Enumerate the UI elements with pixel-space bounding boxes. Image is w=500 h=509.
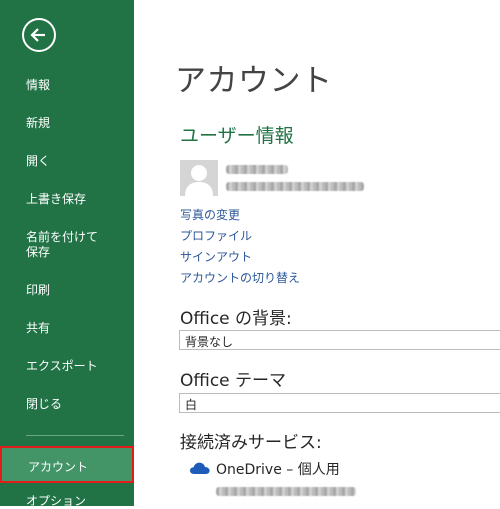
office-theme-select[interactable]: 白 xyxy=(179,393,500,413)
profile-link[interactable]: プロファイル xyxy=(180,227,252,244)
sidebar-item-share[interactable]: 共有 xyxy=(26,321,50,336)
sidebar-item-info[interactable]: 情報 xyxy=(26,78,50,93)
sidebar-item-options[interactable]: オプション xyxy=(26,494,86,509)
user-silhouette-icon xyxy=(185,165,213,196)
backstage-sidebar: 情報 新規 開く 上書き保存 名前を付けて 保存 印刷 共有 エクスポート 閉じ… xyxy=(0,0,134,509)
back-button[interactable] xyxy=(22,18,56,52)
connected-services-heading: 接続済みサービス: xyxy=(180,433,322,453)
sidebar-item-print[interactable]: 印刷 xyxy=(26,283,50,298)
user-name-redacted xyxy=(226,165,288,174)
sidebar-item-save[interactable]: 上書き保存 xyxy=(26,192,86,207)
office-background-select[interactable]: 背景なし xyxy=(179,330,500,350)
sidebar-item-export[interactable]: エクスポート xyxy=(26,359,98,374)
switch-account-link[interactable]: アカウントの切り替え xyxy=(180,269,300,286)
office-background-value: 背景なし xyxy=(185,335,234,349)
office-theme-heading: Office テーマ xyxy=(180,371,287,391)
sidebar-divider xyxy=(26,435,124,436)
service-account-redacted xyxy=(216,487,356,496)
office-background-heading: Office の背景: xyxy=(180,309,292,329)
sidebar-item-close[interactable]: 閉じる xyxy=(26,397,62,412)
arrow-left-icon xyxy=(30,28,45,42)
avatar xyxy=(180,160,218,196)
sidebar-item-open[interactable]: 開く xyxy=(26,154,50,169)
change-photo-link[interactable]: 写真の変更 xyxy=(180,206,240,223)
sidebar-item-account[interactable]: アカウント xyxy=(0,446,134,483)
sign-out-link[interactable]: サインアウト xyxy=(180,248,252,265)
sidebar-item-save-as[interactable]: 名前を付けて 保存 xyxy=(26,230,98,260)
service-onedrive-label: OneDrive – 個人用 xyxy=(216,462,340,478)
sidebar-item-label: アカウント xyxy=(28,460,89,474)
page-title: アカウント xyxy=(175,63,333,99)
user-email-redacted xyxy=(226,182,364,191)
sidebar-item-new[interactable]: 新規 xyxy=(26,116,50,131)
user-info-heading: ユーザー情報 xyxy=(180,125,294,147)
office-theme-value: 白 xyxy=(185,398,198,412)
cloud-icon xyxy=(190,462,210,474)
